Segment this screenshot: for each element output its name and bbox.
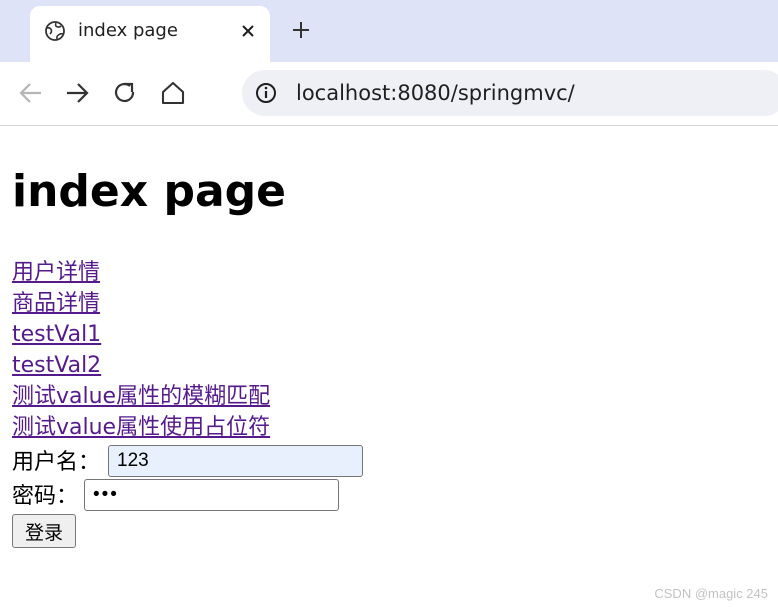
- link-value-fuzzy-match[interactable]: 测试value属性的模糊匹配: [12, 381, 270, 412]
- watermark: CSDN @magic 245: [654, 586, 768, 601]
- home-icon[interactable]: [158, 78, 188, 108]
- back-arrow-icon[interactable]: [16, 78, 46, 108]
- close-icon[interactable]: [236, 19, 260, 43]
- password-field[interactable]: [84, 479, 339, 511]
- address-bar[interactable]: localhost:8080/springmvc/: [242, 70, 778, 116]
- reload-icon[interactable]: [110, 78, 140, 108]
- link-user-details[interactable]: 用户详情: [12, 257, 270, 288]
- browser-toolbar: localhost:8080/springmvc/: [0, 62, 778, 126]
- link-testval2[interactable]: testVal2: [12, 350, 270, 381]
- info-icon[interactable]: [254, 81, 278, 105]
- password-label: 密码：: [12, 484, 79, 509]
- username-field[interactable]: [108, 445, 363, 477]
- link-testval1[interactable]: testVal1: [12, 319, 270, 350]
- tab-title: index page: [78, 20, 178, 41]
- tab-strip: index page: [0, 0, 778, 62]
- url-text: localhost:8080/springmvc/: [296, 81, 575, 105]
- login-button[interactable]: 登录: [12, 514, 76, 548]
- page-heading: index page: [12, 166, 286, 217]
- forward-arrow-icon[interactable]: [62, 78, 92, 108]
- plus-icon[interactable]: [289, 18, 313, 42]
- username-label: 用户名：: [12, 450, 101, 475]
- link-product-details[interactable]: 商品详情: [12, 288, 270, 319]
- link-value-placeholder[interactable]: 测试value属性使用占位符: [12, 412, 270, 443]
- browser-tab[interactable]: index page: [30, 6, 270, 62]
- globe-icon: [43, 19, 67, 43]
- link-list: 用户详情 商品详情 testVal1 testVal2 测试value属性的模糊…: [12, 257, 270, 443]
